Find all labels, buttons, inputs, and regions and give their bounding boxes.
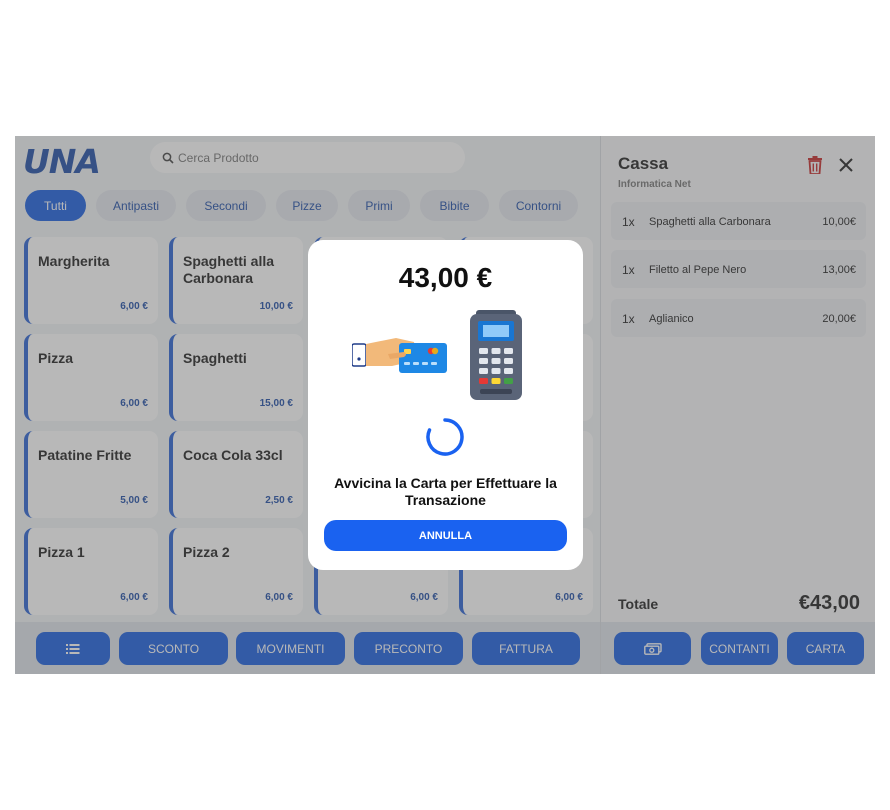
card-terminal-icon [470,310,522,400]
annulla-button[interactable]: ANNULLA [324,520,567,551]
payment-instruction: Avvicina la Carta per Effettuare la Tran… [334,475,557,508]
payment-modal: 43,00 € Avvicina la Carta per Effettuare [308,240,583,570]
payment-amount: 43,00 € [398,262,493,293]
loading-spinner-icon [426,418,464,456]
hand-card-icon [352,338,447,373]
